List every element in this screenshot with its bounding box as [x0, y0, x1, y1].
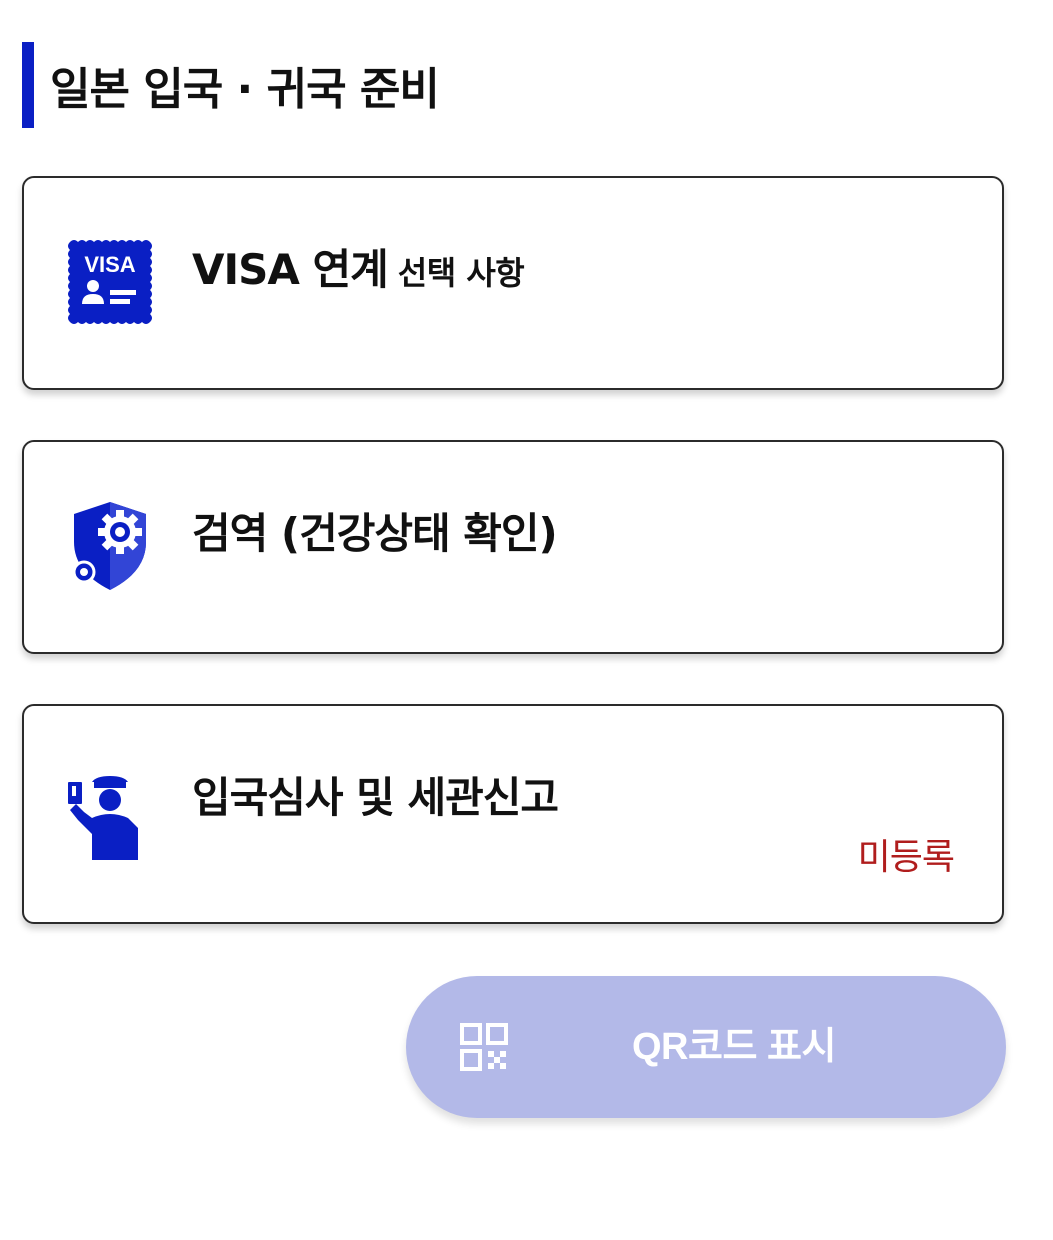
- visa-card-title: VISA 연계 선택 사항: [192, 236, 525, 297]
- section-accent-bar: [22, 42, 34, 128]
- section-header: 일본 입국 · 귀국 준비: [22, 42, 440, 128]
- immigration-officer-icon: [68, 776, 138, 860]
- immigration-customs-card[interactable]: 입국심사 및 세관신고 미등록: [22, 704, 1004, 924]
- registration-status-badge: 미등록: [857, 837, 955, 878]
- quarantine-card[interactable]: 검역 (건강상태 확인): [22, 440, 1004, 654]
- qr-code-icon: [460, 1023, 508, 1071]
- svg-text:VISA: VISA: [84, 252, 135, 277]
- visa-card-title-text: VISA 연계: [192, 245, 389, 294]
- shield-gear-icon: [72, 502, 146, 590]
- qr-button-label: QR코드 표시: [632, 1026, 836, 1068]
- section-title: 일본 입국 · 귀국 준비: [50, 64, 440, 115]
- visa-card-icon: VISA: [68, 240, 152, 324]
- quarantine-card-title: 검역 (건강상태 확인): [192, 509, 558, 558]
- show-qr-code-button[interactable]: QR코드 표시: [406, 976, 1006, 1118]
- immigration-card-title: 입국심사 및 세관신고: [192, 773, 559, 822]
- visa-card-subtitle: 선택 사항: [397, 254, 525, 292]
- visa-link-card[interactable]: VISA VISA 연계 선택 사항: [22, 176, 1004, 390]
